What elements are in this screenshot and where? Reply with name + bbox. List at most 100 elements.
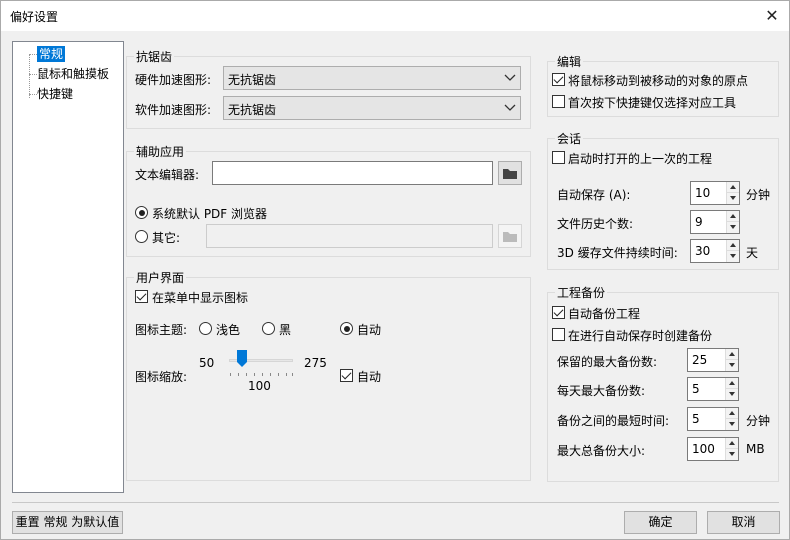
spin-up-icon[interactable] — [727, 211, 739, 222]
sw-accel-select[interactable]: 无抗锯齿 — [223, 96, 521, 120]
spin-down-icon[interactable] — [726, 360, 738, 371]
pdf-default-label: 系统默认 PDF 浏览器 — [152, 207, 268, 221]
tree-connector — [29, 94, 37, 95]
max-backups-spinbox[interactable]: 25 — [687, 348, 739, 372]
autosave-spinbox[interactable]: 10 — [690, 181, 740, 205]
min-interval-label: 备份之间的最短时间: — [557, 414, 670, 428]
spin-down-icon[interactable] — [727, 222, 739, 233]
first-hotkey-label: 首次按下快捷键仅选择对应工具 — [568, 96, 737, 110]
spin-down-icon[interactable] — [726, 449, 738, 460]
tree-item-hotkeys[interactable]: 快捷键 — [37, 86, 73, 102]
user-interface-title: 用户界面 — [134, 269, 187, 286]
close-icon[interactable]: ✕ — [755, 1, 789, 31]
window-title: 偏好设置 — [10, 10, 59, 24]
spin-down-icon[interactable] — [726, 389, 738, 400]
spin-up-icon[interactable] — [727, 240, 739, 251]
icon-scale-min: 50 — [199, 356, 215, 370]
hw-accel-select[interactable]: 无抗锯齿 — [223, 66, 521, 90]
tree-item-mouse-touchpad[interactable]: 鼠标和触摸板 — [37, 66, 109, 82]
total-size-value: 100 — [692, 442, 715, 456]
spin-up-icon[interactable] — [726, 438, 738, 449]
spin-down-icon[interactable] — [726, 419, 738, 430]
cache-duration-unit: 天 — [746, 246, 759, 260]
backup-group-title: 工程备份 — [555, 284, 608, 301]
pdf-default-radio[interactable] — [135, 206, 148, 219]
daily-backups-spinbox[interactable]: 5 — [687, 377, 739, 401]
icon-scale-label: 图标缩放: — [135, 370, 188, 384]
antialias-group-title: 抗锯齿 — [134, 48, 175, 65]
tree-connector — [29, 74, 37, 75]
auto-backup-checkbox[interactable] — [552, 306, 565, 319]
tree-connector — [29, 54, 30, 98]
icon-scale-auto-checkbox[interactable] — [340, 369, 353, 382]
file-history-spinbox[interactable]: 9 — [690, 210, 740, 234]
show-menu-icons-checkbox[interactable] — [135, 290, 148, 303]
sw-accel-label: 软件加速图形: — [135, 103, 212, 117]
min-interval-value: 5 — [692, 412, 700, 426]
auto-backup-label: 自动备份工程 — [568, 307, 641, 321]
spin-down-icon[interactable] — [727, 251, 739, 262]
browse-pdf-button[interactable] — [498, 224, 522, 248]
theme-dark-label: 黑 — [279, 323, 292, 337]
theme-auto-radio[interactable] — [340, 322, 353, 335]
chevron-down-icon — [504, 104, 516, 111]
theme-auto-label: 自动 — [357, 323, 382, 337]
icon-scale-max: 275 — [304, 356, 327, 370]
hw-accel-value: 无抗锯齿 — [228, 73, 277, 87]
title-bar: 偏好设置 ✕ — [1, 1, 789, 31]
file-history-value: 9 — [695, 215, 703, 229]
theme-light-radio[interactable] — [199, 322, 212, 335]
sw-accel-value: 无抗锯齿 — [228, 103, 277, 117]
theme-light-label: 浅色 — [216, 323, 241, 337]
chevron-down-icon — [504, 74, 516, 81]
cancel-button[interactable]: 取消 — [707, 511, 780, 534]
icon-scale-ticks — [230, 373, 293, 376]
open-last-project-label: 启动时打开的上一次的工程 — [568, 152, 713, 166]
max-backups-value: 25 — [692, 353, 708, 367]
file-history-label: 文件历史个数: — [557, 217, 634, 231]
session-group-title: 会话 — [555, 130, 584, 147]
icon-scale-slider-thumb[interactable] — [236, 349, 248, 368]
spin-down-icon[interactable] — [727, 193, 739, 204]
total-size-label: 最大总备份大小: — [557, 444, 646, 458]
backup-on-autosave-checkbox[interactable] — [552, 328, 565, 341]
tree-item-general[interactable]: 常规 — [37, 46, 66, 62]
settings-tree: 常规 鼠标和触摸板 快捷键 — [12, 41, 124, 493]
pdf-other-radio[interactable] — [135, 230, 148, 243]
open-last-project-checkbox[interactable] — [552, 151, 565, 164]
theme-dark-radio[interactable] — [262, 322, 275, 335]
warp-mouse-checkbox[interactable] — [552, 73, 565, 86]
reset-defaults-button[interactable]: 重置 常规 为默认值 — [12, 511, 123, 534]
max-backups-label: 保留的最大备份数: — [557, 355, 658, 369]
browse-editor-button[interactable] — [498, 161, 522, 185]
text-editor-input[interactable] — [212, 161, 493, 185]
icon-scale-value: 100 — [248, 379, 271, 393]
cache-duration-spinbox[interactable]: 30 — [690, 239, 740, 263]
total-size-spinbox[interactable]: 100 — [687, 437, 739, 461]
first-hotkey-checkbox[interactable] — [552, 95, 565, 108]
show-menu-icons-label: 在菜单中显示图标 — [152, 291, 249, 305]
pdf-other-input[interactable] — [206, 224, 493, 248]
helper-apps-title: 辅助应用 — [134, 143, 187, 160]
spin-up-icon[interactable] — [727, 182, 739, 193]
spin-up-icon[interactable] — [726, 408, 738, 419]
spin-up-icon[interactable] — [726, 349, 738, 360]
edit-group-title: 编辑 — [555, 53, 584, 70]
preferences-dialog: 偏好设置 ✕ 常规 鼠标和触摸板 快捷键 抗锯齿 硬件加速图形: 无抗锯齿 软件… — [0, 0, 790, 540]
daily-backups-label: 每天最大备份数: — [557, 384, 646, 398]
icon-theme-label: 图标主题: — [135, 323, 188, 337]
spin-up-icon[interactable] — [726, 378, 738, 389]
min-interval-unit: 分钟 — [746, 414, 771, 428]
daily-backups-value: 5 — [692, 382, 700, 396]
autosave-unit: 分钟 — [746, 188, 771, 202]
icon-scale-auto-label: 自动 — [357, 370, 382, 384]
autosave-value: 10 — [695, 186, 711, 200]
total-size-unit: MB — [746, 442, 765, 456]
min-interval-spinbox[interactable]: 5 — [687, 407, 739, 431]
folder-icon — [503, 169, 517, 179]
cache-duration-value: 30 — [695, 244, 711, 258]
folder-icon — [503, 232, 517, 242]
text-editor-label: 文本编辑器: — [135, 168, 200, 182]
ok-button[interactable]: 确定 — [624, 511, 697, 534]
autosave-label: 自动保存 (A): — [557, 188, 631, 202]
